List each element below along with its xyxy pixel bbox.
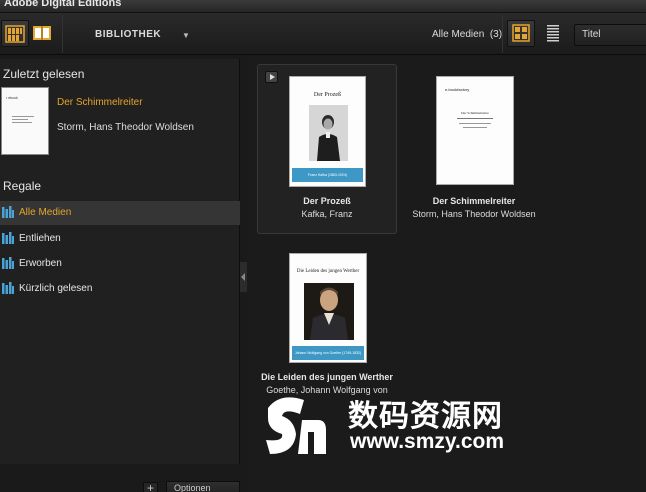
grid-icon <box>512 24 530 42</box>
cover-band-text: Johann Wolfgang von Goethe (1749-1832) <box>294 351 362 355</box>
portrait-painting <box>304 283 354 340</box>
open-book-icon <box>33 26 51 40</box>
filter-label: Alle Medien (3) <box>432 29 502 40</box>
book-title: Die Leiden des jungen Werther <box>261 372 393 382</box>
shelf-icon <box>2 257 14 269</box>
portrait-photo <box>309 105 348 161</box>
window-title: Adobe Digital Editions <box>4 0 122 9</box>
sidebar: Zuletzt gelesen ▪ ebook Der Schimmelreit… <box>0 59 240 464</box>
watermark-url: www.smzy.com <box>350 430 505 453</box>
book-cover[interactable]: Der Prozeß Franz Kafka (1883-1924) <box>289 76 366 187</box>
book-cover[interactable]: e-bookfactory Der Schimmelreiter <box>436 76 514 185</box>
cover-text-line <box>457 118 493 119</box>
play-icon[interactable] <box>265 71 278 83</box>
cover-band-text: Franz Kafka (1883-1924) <box>308 173 347 177</box>
cover-text-line <box>463 127 487 128</box>
library-label: BIBLIOTHEK <box>95 29 162 40</box>
shelf-kuerzlich-gelesen[interactable]: Kürzlich gelesen <box>0 277 240 301</box>
recent-book-thumbnail[interactable]: ▪ ebook <box>1 87 49 155</box>
cover-portrait <box>304 283 354 340</box>
shelf-label: Alle Medien <box>19 207 72 218</box>
watermark-logo-icon <box>266 397 326 454</box>
toolbar-divider <box>62 15 63 53</box>
cover-title: Der Prozeß <box>313 92 342 98</box>
shelf-entliehen[interactable]: Entliehen <box>0 227 240 251</box>
toolbar-divider <box>502 15 503 53</box>
cover-text-line <box>12 122 32 123</box>
watermark-text: 数码资源网 <box>348 400 503 433</box>
toolbar: BIBLIOTHEK ▼ Alle Medien (3) Titel <box>0 13 646 55</box>
sort-select[interactable]: Titel <box>574 24 646 46</box>
bookshelf-icon <box>5 25 25 43</box>
cover-band: Johann Wolfgang von Goethe (1749-1832) <box>292 346 364 360</box>
filter-name: Alle Medien <box>432 29 485 40</box>
window-titlebar: Adobe Digital Editions <box>0 0 646 13</box>
cover-text-line <box>12 116 34 117</box>
reading-view-button[interactable] <box>29 20 57 47</box>
shelf-alle-medien[interactable]: Alle Medien <box>0 201 240 225</box>
book-title: Der Prozeß <box>303 196 351 206</box>
chevron-down-icon[interactable]: ▼ <box>182 31 190 40</box>
shelf-icon <box>2 232 14 244</box>
sort-value: Titel <box>582 29 601 40</box>
cover-title: Die Leiden des jungen Werther <box>296 269 360 274</box>
shelf-label: Entliehen <box>19 233 61 244</box>
cover-band: Franz Kafka (1883-1924) <box>292 168 363 182</box>
sidebar-bottom-bar: + Optionen <box>0 464 246 492</box>
cover-publisher-logo: e-bookfactory <box>445 87 470 92</box>
book-author: Storm, Hans Theodor Woldsen <box>412 209 536 219</box>
book-title: Der Schimmelreiter <box>432 196 516 206</box>
book-author: Kafka, Franz <box>301 209 353 219</box>
shelf-label: Erworben <box>19 258 62 269</box>
cover-title: Der Schimmelreiter <box>461 111 489 115</box>
shelf-label: Kürzlich gelesen <box>19 283 93 294</box>
recent-header: Zuletzt gelesen <box>3 67 85 81</box>
cover-text-line <box>459 123 491 124</box>
sidebar-collapse-handle[interactable] <box>240 262 247 292</box>
recent-book-author: Storm, Hans Theodor Woldsen <box>57 122 194 133</box>
book-cover[interactable]: Die Leiden des jungen Werther Johann Wol… <box>289 253 367 363</box>
shelf-icon <box>2 282 14 294</box>
grid-view-button[interactable] <box>507 20 535 47</box>
shelf-icon <box>2 206 14 218</box>
filter-count: (3) <box>489 29 503 40</box>
recent-book-title[interactable]: Der Schimmelreiter <box>57 97 143 108</box>
list-icon <box>547 25 559 42</box>
options-button[interactable]: Optionen <box>166 481 240 492</box>
shelves-header: Regale <box>3 179 42 193</box>
publisher-logo: ▪ ebook <box>6 96 18 100</box>
add-shelf-button[interactable]: + <box>143 482 158 492</box>
cover-text-line <box>12 119 28 120</box>
shelf-erworben[interactable]: Erworben <box>0 252 240 276</box>
options-label: Optionen <box>174 483 211 492</box>
list-view-button[interactable] <box>540 20 568 47</box>
cover-portrait <box>309 105 348 161</box>
library-view-button[interactable] <box>1 20 29 47</box>
